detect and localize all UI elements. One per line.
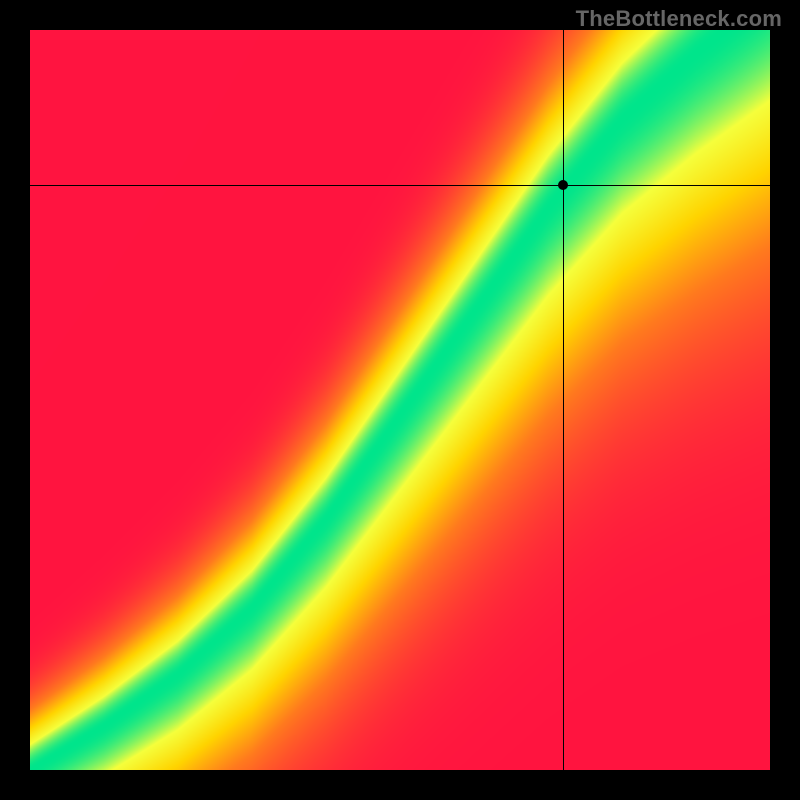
watermark-text: TheBottleneck.com [576, 6, 782, 32]
chart-frame: TheBottleneck.com [0, 0, 800, 800]
crosshair-horizontal [30, 185, 770, 186]
heatmap-canvas [30, 30, 770, 770]
heatmap-plot [30, 30, 770, 770]
crosshair-vertical [563, 30, 564, 770]
